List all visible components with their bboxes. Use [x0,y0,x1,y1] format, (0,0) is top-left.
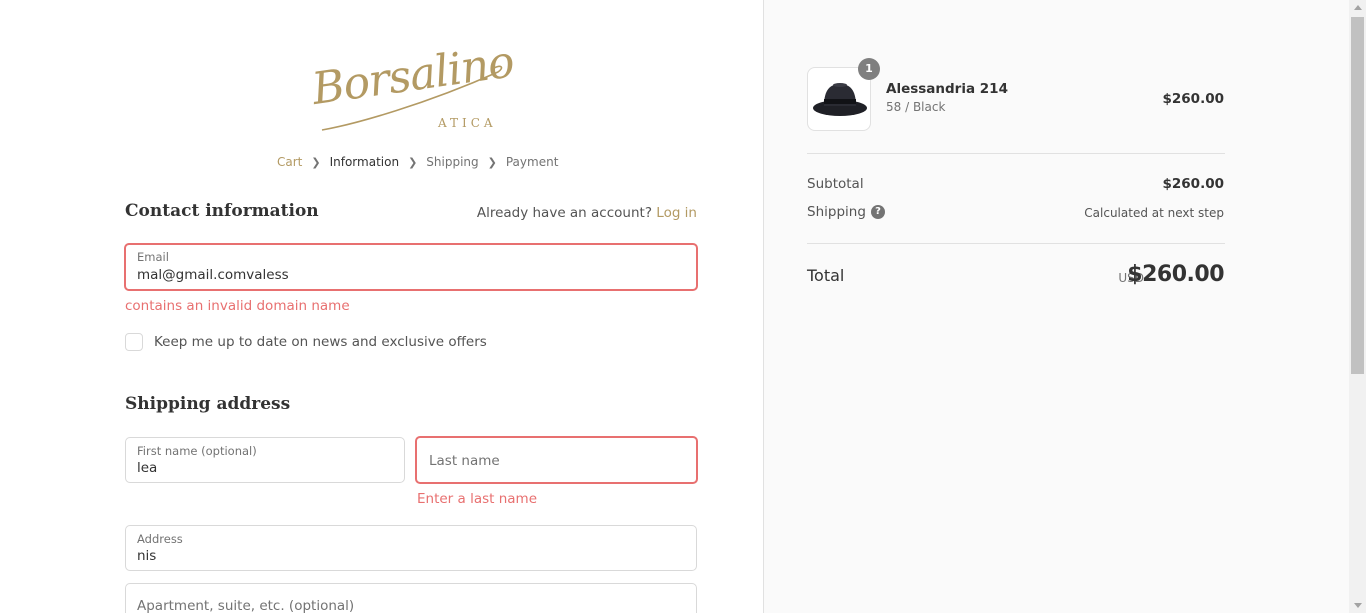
chevron-right-icon: ❯ [408,155,418,169]
shipping-label: Shipping [807,204,866,220]
page-scrollbar[interactable] [1349,0,1366,613]
summary-divider [807,153,1225,154]
breadcrumb-cart[interactable]: Cart [277,155,302,169]
email-error: contains an invalid domain name [125,298,350,314]
brand-logo[interactable]: Borsalino ATICA [309,36,517,138]
total-amount: $260.00 [1127,262,1224,287]
total-label: Total [807,266,845,285]
chevron-right-icon: ❯ [311,155,321,169]
product-name: Alessandria 214 [886,81,1008,97]
address-field[interactable]: Address nis [125,525,697,571]
first-name-label: First name (optional) [137,444,257,458]
first-name-value[interactable]: lea [137,460,157,476]
email-label: Email [137,250,169,264]
subtotal-value: $260.00 [1162,176,1225,192]
newsletter-label[interactable]: Keep me up to date on news and exclusive… [154,334,487,350]
account-prompt-text: Already have an account? [476,205,652,221]
breadcrumb: Cart ❯ Information ❯ Shipping ❯ Payment [277,155,558,169]
contact-title: Contact information [125,201,319,221]
last-name-field[interactable]: Last name [415,436,698,484]
quantity-badge: 1 [858,58,880,80]
email-field[interactable]: Email mal@gmail.comvaless [124,243,698,291]
breadcrumb-payment: Payment [505,155,559,169]
hat-icon [813,83,867,116]
shipping-value: Calculated at next step [1084,206,1224,220]
chevron-right-icon: ❯ [487,155,497,169]
summary-divider [807,243,1225,244]
shipping-title: Shipping address [125,394,291,414]
scroll-up-icon[interactable] [1354,5,1362,10]
scroll-thumb[interactable] [1351,17,1364,374]
first-name-field[interactable]: First name (optional) lea [125,437,405,483]
apartment-field[interactable]: Apartment, suite, etc. (optional) [125,583,697,613]
apartment-placeholder[interactable]: Apartment, suite, etc. (optional) [137,598,354,613]
breadcrumb-shipping: Shipping [426,155,479,169]
scroll-down-icon[interactable] [1354,603,1362,608]
help-icon[interactable]: ? [871,205,885,219]
email-value[interactable]: mal@gmail.comvaless [137,267,289,283]
login-link[interactable]: Log in [656,205,697,221]
checkout-main: Borsalino ATICA Cart ❯ Information ❯ Shi… [0,0,764,613]
subtotal-label: Subtotal [807,176,864,192]
login-prompt: Already have an account? Log in [477,205,697,221]
address-value[interactable]: nis [137,548,156,564]
last-name-error: Enter a last name [417,491,538,507]
newsletter-checkbox[interactable] [125,333,143,351]
product-variant: 58 / Black [886,100,946,114]
last-name-placeholder[interactable]: Last name [429,453,500,469]
product-price: $260.00 [1162,91,1225,107]
logo-sub: ATICA [438,116,497,130]
address-label: Address [137,532,183,546]
breadcrumb-information: Information [329,155,400,169]
